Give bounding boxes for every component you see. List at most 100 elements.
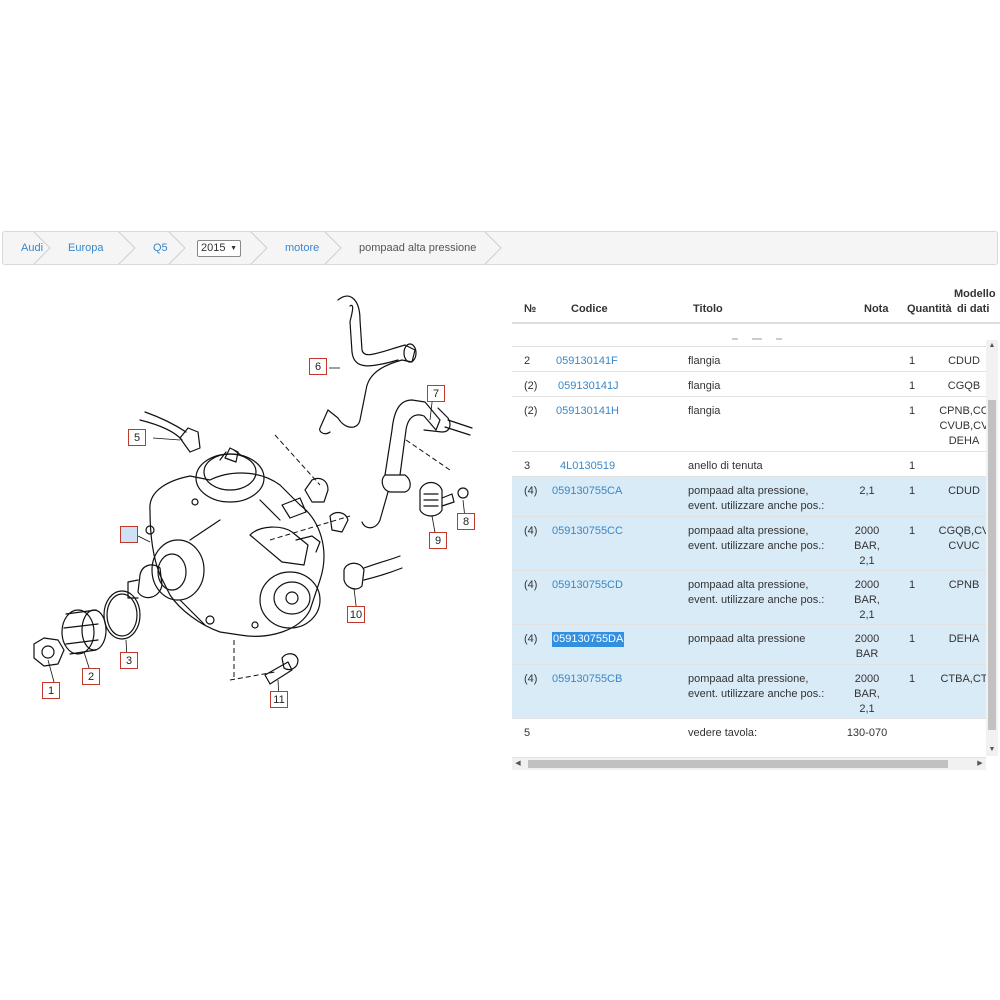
- breadcrumb-year: 2015 ▼: [185, 232, 268, 264]
- row-model: CPNB: [948, 579, 980, 591]
- table-row[interactable]: (2) 059130141J flangia 1 CGQB: [512, 371, 986, 396]
- row-title: pompaad alta pressione, event. utilizzar…: [688, 579, 825, 606]
- callout-6[interactable]: 6: [309, 358, 327, 375]
- vertical-scrollbar[interactable]: ▲ ▼: [986, 340, 998, 756]
- breadcrumb-motore[interactable]: motore: [267, 232, 342, 264]
- callout-4[interactable]: 4: [120, 526, 138, 543]
- scrollbar-thumb[interactable]: [988, 400, 996, 730]
- callout-7[interactable]: 7: [427, 385, 445, 402]
- table-row-selected[interactable]: (4) 059130755CB pompaad alta pressione, …: [512, 664, 986, 718]
- callout-9[interactable]: 9: [429, 532, 447, 549]
- row-note: 2000 BAR: [854, 633, 880, 660]
- table-row-selected[interactable]: (4) 059130755CD pompaad alta pressione, …: [512, 570, 986, 624]
- row-model: CTBA,CT: [940, 673, 986, 685]
- callout-3[interactable]: 3: [120, 652, 138, 669]
- row-title: pompaad alta pressione: [688, 633, 806, 645]
- row-note: 2,1: [859, 485, 875, 497]
- row-qty: 1: [908, 355, 916, 367]
- row-model: CGQB,CV CVUC: [938, 525, 986, 552]
- row-qty: 1: [908, 460, 916, 472]
- table-row[interactable]: 5 vedere tavola: 130-070: [512, 718, 986, 758]
- row-code-link[interactable]: 059130141F: [556, 354, 618, 369]
- col-header-no: №: [524, 303, 537, 315]
- scrollbar-thumb[interactable]: [528, 760, 948, 768]
- row-model: CDUD: [948, 355, 980, 367]
- table-body: 2 059130141F flangia 1 CDUD (2) 05913014…: [512, 332, 986, 760]
- col-header-title: Titolo: [693, 303, 723, 315]
- callout-5[interactable]: 5: [128, 429, 146, 446]
- year-select[interactable]: 2015 ▼: [197, 239, 241, 257]
- row-no: (4): [524, 633, 538, 645]
- table-row-selected[interactable]: (4) 059130755CA pompaad alta pressione, …: [512, 476, 986, 516]
- row-no: (2): [524, 405, 538, 417]
- row-no: 2: [524, 355, 531, 367]
- col-header-code: Codice: [571, 303, 608, 315]
- scroll-up-icon[interactable]: ▲: [986, 340, 998, 352]
- row-code-link[interactable]: 4L0130519: [560, 459, 615, 474]
- row-note: 2000 BAR, 2,1: [854, 525, 880, 567]
- col-header-model: Modello: [954, 288, 996, 300]
- row-note: 2000 BAR, 2,1: [854, 673, 880, 715]
- callout-8[interactable]: 8: [457, 513, 475, 530]
- table-spacer: [512, 332, 986, 346]
- row-code-link[interactable]: 059130755CA: [552, 484, 622, 499]
- breadcrumb: Audi Europa Q5 2015 ▼ motore pompaad alt…: [2, 231, 998, 265]
- row-qty: 1: [908, 525, 916, 537]
- row-model: DEHA: [948, 633, 980, 645]
- breadcrumb-label: Q5: [153, 242, 168, 254]
- table-row-selected[interactable]: (4) 059130755DA pompaad alta pressione 2…: [512, 624, 986, 664]
- pump-exploded-drawing: [33, 295, 473, 699]
- row-code-link[interactable]: 059130755CB: [552, 672, 622, 687]
- row-code-link[interactable]: 059130755CD: [552, 578, 623, 593]
- horizontal-scrollbar[interactable]: ◀ ▶: [512, 758, 986, 770]
- year-select-value: 2015: [201, 242, 226, 254]
- breadcrumb-audi[interactable]: Audi: [3, 232, 51, 264]
- row-code-link[interactable]: 059130141H: [556, 404, 619, 419]
- row-title: vedere tavola:: [688, 727, 758, 739]
- row-no: (4): [524, 525, 538, 537]
- row-model: CPNB,CC CVUB,CV DEHA: [939, 405, 986, 447]
- callout-11[interactable]: 11: [270, 691, 288, 708]
- row-code-link[interactable]: 059130755CC: [552, 524, 623, 539]
- row-model: CGQB: [947, 380, 981, 392]
- row-qty: 1: [908, 579, 916, 591]
- row-no: (4): [524, 485, 538, 497]
- callout-10[interactable]: 10: [347, 606, 365, 623]
- breadcrumb-label: Europa: [68, 242, 104, 254]
- row-note: 2000 BAR, 2,1: [854, 579, 880, 621]
- breadcrumb-label: motore: [285, 242, 320, 254]
- col-header-qty: Quantità: [907, 303, 952, 315]
- parts-table: № Codice Titolo Nota Quantità Modello di…: [512, 280, 1000, 775]
- parts-diagram: 1 2 3 4 5 6 7 8 9 10 11: [20, 280, 510, 720]
- scroll-right-icon[interactable]: ▶: [974, 758, 986, 770]
- row-code-link[interactable]: 059130755DA: [552, 632, 625, 647]
- row-code-link[interactable]: 059130141J: [558, 379, 619, 394]
- breadcrumb-label: Audi: [21, 242, 44, 254]
- row-note: 130-070: [846, 727, 888, 739]
- table-row[interactable]: (2) 059130141H flangia 1 CPNB,CC CVUB,CV…: [512, 396, 986, 451]
- row-qty: 1: [908, 633, 916, 645]
- table-row[interactable]: 3 4L0130519 anello di tenuta 1: [512, 451, 986, 476]
- callout-2[interactable]: 2: [82, 668, 100, 685]
- breadcrumb-europa[interactable]: Europa: [50, 232, 136, 264]
- table-row[interactable]: 2 059130141F flangia 1 CDUD: [512, 346, 986, 371]
- col-header-note: Nota: [864, 303, 889, 315]
- breadcrumb-label: pompaad alta pressione: [359, 242, 477, 254]
- row-qty: 1: [908, 405, 916, 417]
- callout-1[interactable]: 1: [42, 682, 60, 699]
- row-qty: 1: [908, 380, 916, 392]
- table-header: № Codice Titolo Nota Quantità Modello di…: [512, 280, 1000, 324]
- scroll-down-icon[interactable]: ▼: [986, 744, 998, 756]
- table-row-selected[interactable]: (4) 059130755CC pompaad alta pressione, …: [512, 516, 986, 570]
- chevron-down-icon: ▼: [230, 244, 237, 252]
- row-title: pompaad alta pressione, event. utilizzar…: [688, 673, 825, 700]
- row-no: 5: [524, 727, 531, 739]
- col-header-model-sub: di dati: [957, 303, 990, 315]
- row-model: CDUD: [948, 485, 980, 497]
- row-no: (4): [524, 673, 538, 685]
- row-qty: 1: [908, 673, 916, 685]
- row-title: flangia: [688, 355, 721, 367]
- scroll-left-icon[interactable]: ◀: [512, 758, 524, 770]
- breadcrumb-q5[interactable]: Q5: [135, 232, 186, 264]
- row-no: (2): [524, 380, 538, 392]
